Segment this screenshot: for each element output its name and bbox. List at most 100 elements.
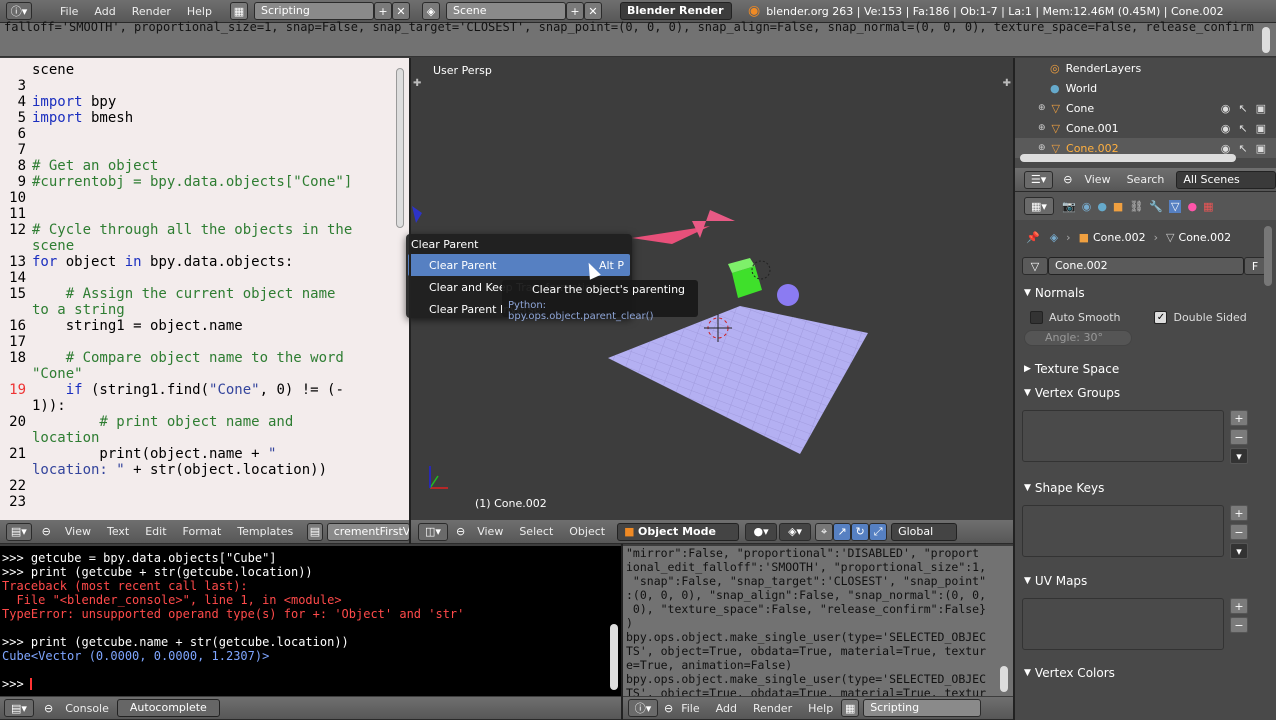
scene-icon[interactable]: ◈: [421, 2, 440, 20]
python-console[interactable]: >>> getcube = bpy.data.objects["Cube"] >>…: [0, 546, 622, 696]
select-arrow-icon[interactable]: ↖: [1238, 142, 1247, 155]
translate-icon[interactable]: ↗: [833, 522, 852, 541]
info-report-collapse-icon[interactable]: ⊖: [664, 702, 673, 715]
add-screen-icon[interactable]: +: [373, 2, 392, 20]
remove-shape-key-icon[interactable]: −: [1230, 524, 1248, 540]
report-menu-render[interactable]: Render: [745, 702, 800, 715]
viewport-collapse-icon[interactable]: ⊖: [456, 525, 465, 538]
mesh-name-field[interactable]: Cone.002: [1048, 257, 1244, 275]
shape-keys-panel-header[interactable]: ▼ Shape Keys: [1014, 477, 1276, 499]
info-log-scrollbar[interactable]: [1262, 27, 1270, 53]
render-tab-icon[interactable]: 📷: [1062, 200, 1076, 213]
normals-panel-header[interactable]: ▼ Normals: [1014, 282, 1276, 304]
mode-select[interactable]: ■ Object Mode: [617, 522, 740, 541]
info-report-editor-type-icon[interactable]: ⓘ▾: [628, 699, 658, 717]
viewport-menu-object[interactable]: Object: [561, 525, 613, 538]
expand-icon[interactable]: ⊕: [1038, 123, 1046, 133]
uv-maps-list[interactable]: [1022, 598, 1224, 650]
outliner-item[interactable]: ⊕ ▽ Cone.001 ◉ ↖ ▣: [1014, 118, 1276, 138]
outliner-scrollbar[interactable]: [1020, 154, 1236, 162]
render-camera-icon[interactable]: ▣: [1256, 122, 1266, 135]
object-tab-icon[interactable]: ■: [1113, 200, 1123, 213]
info-editor-type-icon[interactable]: ⓘ▾: [6, 2, 32, 20]
properties-scrollbar[interactable]: [1264, 226, 1272, 286]
remove-scene-icon[interactable]: ✕: [583, 2, 602, 20]
outliner-menu-view[interactable]: View: [1076, 173, 1118, 186]
add-vertex-group-icon[interactable]: +: [1230, 410, 1248, 426]
constraints-tab-icon[interactable]: ⛓: [1129, 200, 1143, 213]
top-menu-render[interactable]: Render: [124, 5, 179, 18]
pivot-select[interactable]: ◈▾: [779, 522, 812, 541]
scene-tab-icon[interactable]: ◉: [1082, 200, 1092, 213]
visibility-eye-icon[interactable]: ◉: [1221, 122, 1231, 135]
select-arrow-icon[interactable]: ↖: [1238, 102, 1247, 115]
outliner-collapse-icon[interactable]: ⊖: [1063, 173, 1072, 186]
console-editor-type-icon[interactable]: ▤▾: [4, 699, 34, 717]
visibility-eye-icon[interactable]: ◉: [1221, 102, 1231, 115]
code-area[interactable]: scene 3 4 import bpy 5 import bmesh 6 7 8 # Get a…: [0, 58, 410, 510]
report-layout-field[interactable]: Scripting: [863, 699, 982, 717]
shading-select[interactable]: ●▾: [745, 522, 778, 541]
add-shape-key-icon[interactable]: +: [1230, 505, 1248, 521]
outliner-editor-type-icon[interactable]: ☰▾: [1024, 170, 1054, 189]
viewport-menu-view[interactable]: View: [469, 525, 511, 538]
report-layout-icon[interactable]: ▦: [841, 699, 860, 717]
viewport-menu-select[interactable]: Select: [511, 525, 561, 538]
text-menu-edit[interactable]: Edit: [137, 525, 174, 538]
orientation-select[interactable]: Global: [891, 522, 958, 541]
remove-vertex-group-icon[interactable]: −: [1230, 429, 1248, 445]
visibility-eye-icon[interactable]: ◉: [1221, 142, 1231, 155]
render-camera-icon[interactable]: ▣: [1256, 142, 1266, 155]
text-menu-format[interactable]: Format: [175, 525, 230, 538]
add-uv-map-icon[interactable]: +: [1230, 598, 1248, 614]
outliner-filter-select[interactable]: All Scenes: [1176, 170, 1276, 189]
data-tab-icon[interactable]: ▽: [1169, 199, 1182, 213]
render-camera-icon[interactable]: ▣: [1256, 102, 1266, 115]
texture-tab-icon[interactable]: ▦: [1203, 200, 1213, 213]
text-editor-scrollbar[interactable]: [396, 68, 404, 228]
render-engine-select[interactable]: Blender Render: [619, 2, 732, 20]
console-collapse-icon[interactable]: ⊖: [44, 702, 53, 715]
top-menu-add[interactable]: Add: [86, 5, 123, 18]
modifiers-tab-icon[interactable]: 🔧: [1149, 200, 1163, 213]
double-sided-checkbox[interactable]: ✓: [1154, 310, 1168, 324]
vertex-groups-panel-header[interactable]: ▼ Vertex Groups: [1014, 382, 1276, 404]
screen-layout-icon[interactable]: ▦: [229, 2, 248, 20]
pin-icon[interactable]: 📌: [1026, 231, 1040, 244]
text-menu-templates[interactable]: Templates: [229, 525, 301, 538]
texture-space-panel-header[interactable]: ▶ Texture Space: [1014, 358, 1276, 380]
select-arrow-icon[interactable]: ↖: [1238, 122, 1247, 135]
vertex-group-specials-icon[interactable]: ▾: [1230, 448, 1248, 464]
collapse-menu-icon[interactable]: ⊖: [42, 525, 51, 538]
screen-layout-field[interactable]: Scripting: [253, 2, 374, 20]
expand-icon[interactable]: ⊕: [1038, 143, 1046, 153]
report-menu-help[interactable]: Help: [800, 702, 841, 715]
material-tab-icon[interactable]: ●: [1187, 200, 1197, 213]
uv-maps-panel-header[interactable]: ▼ UV Maps: [1014, 570, 1276, 592]
outliner-item[interactable]: ◎ RenderLayers: [1014, 58, 1276, 78]
outliner-item[interactable]: ⊕ ▽ Cone ◉ ↖ ▣: [1014, 98, 1276, 118]
properties-editor-type-icon[interactable]: ▦▾: [1024, 197, 1054, 215]
shape-key-specials-icon[interactable]: ▾: [1230, 543, 1248, 559]
auto-smooth-checkbox[interactable]: [1030, 310, 1043, 324]
world-tab-icon[interactable]: ●: [1097, 200, 1107, 213]
console-scrollbar[interactable]: [610, 624, 618, 690]
text-menu-view[interactable]: View: [57, 525, 99, 538]
rotate-icon[interactable]: ↻: [851, 522, 870, 541]
text-filename-field[interactable]: crementFirstVert: [326, 522, 410, 541]
report-menu-add[interactable]: Add: [708, 702, 745, 715]
outliner-menu-search[interactable]: Search: [1119, 173, 1173, 186]
vertex-groups-list[interactable]: [1022, 410, 1224, 462]
remove-screen-icon[interactable]: ✕: [391, 2, 410, 20]
remove-uv-map-icon[interactable]: −: [1230, 617, 1248, 633]
expand-icon[interactable]: ⊕: [1038, 103, 1046, 113]
add-scene-icon[interactable]: +: [565, 2, 584, 20]
top-menu-file[interactable]: File: [52, 5, 86, 18]
mesh-browse-icon[interactable]: ▽: [1022, 257, 1048, 275]
outliner-item[interactable]: ● World: [1014, 78, 1276, 98]
text-editor-type-icon[interactable]: ▤▾: [6, 522, 32, 541]
fake-user-button[interactable]: F: [1244, 257, 1266, 275]
vertex-colors-panel-header[interactable]: ▼ Vertex Colors: [1014, 662, 1276, 684]
scene-field[interactable]: Scene: [445, 2, 566, 20]
manipulator-icon[interactable]: ⌖: [815, 522, 834, 541]
